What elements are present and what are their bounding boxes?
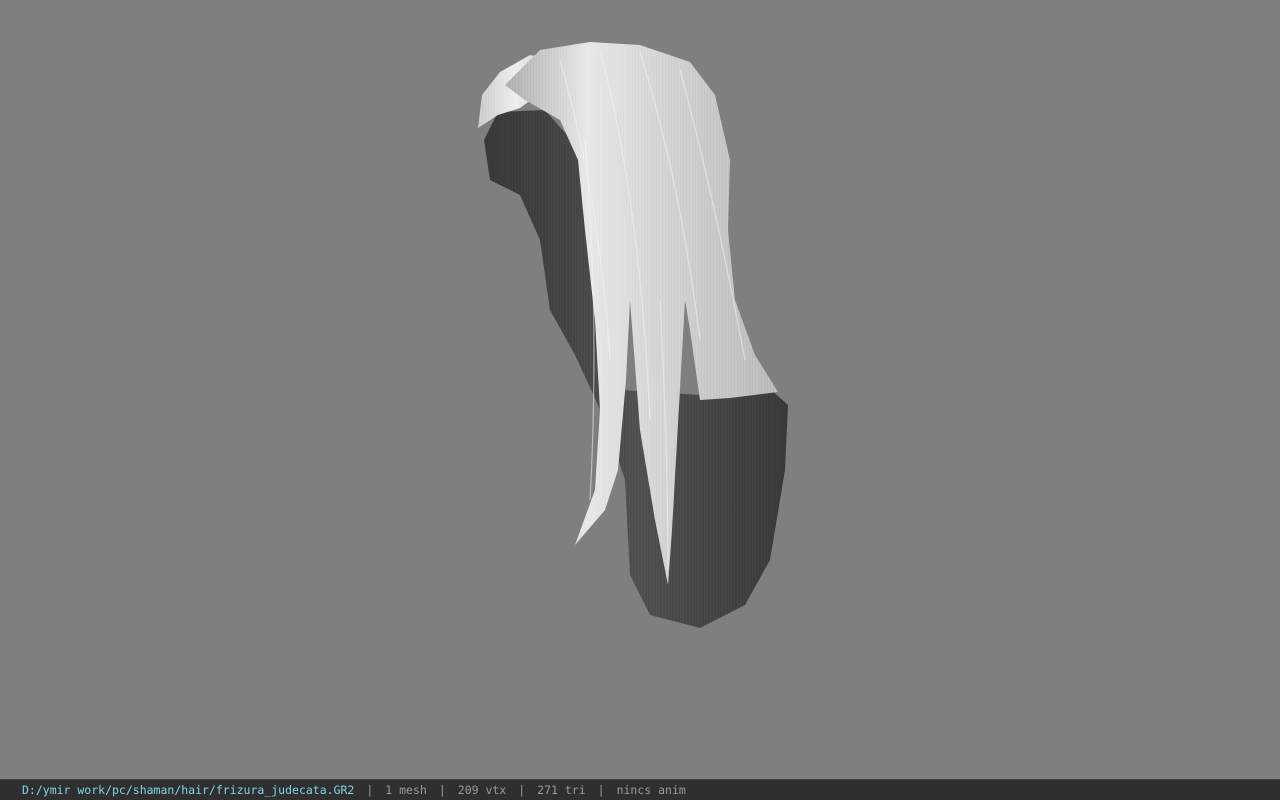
- separator: |: [438, 783, 446, 797]
- separator: |: [518, 783, 526, 797]
- vertex-count: 209 vtx: [457, 783, 507, 797]
- model-render[interactable]: [0, 0, 1280, 779]
- file-path: D:/ymir work/pc/shaman/hair/frizura_jude…: [22, 783, 355, 797]
- status-bar: D:/ymir work/pc/shaman/hair/frizura_jude…: [0, 779, 1280, 800]
- animation-status: nincs anim: [616, 783, 686, 797]
- separator: |: [366, 783, 374, 797]
- mesh-count: 1 mesh: [385, 783, 427, 797]
- triangle-count: 271 tri: [537, 783, 586, 797]
- 3d-viewport[interactable]: [0, 0, 1280, 779]
- separator: |: [597, 783, 605, 797]
